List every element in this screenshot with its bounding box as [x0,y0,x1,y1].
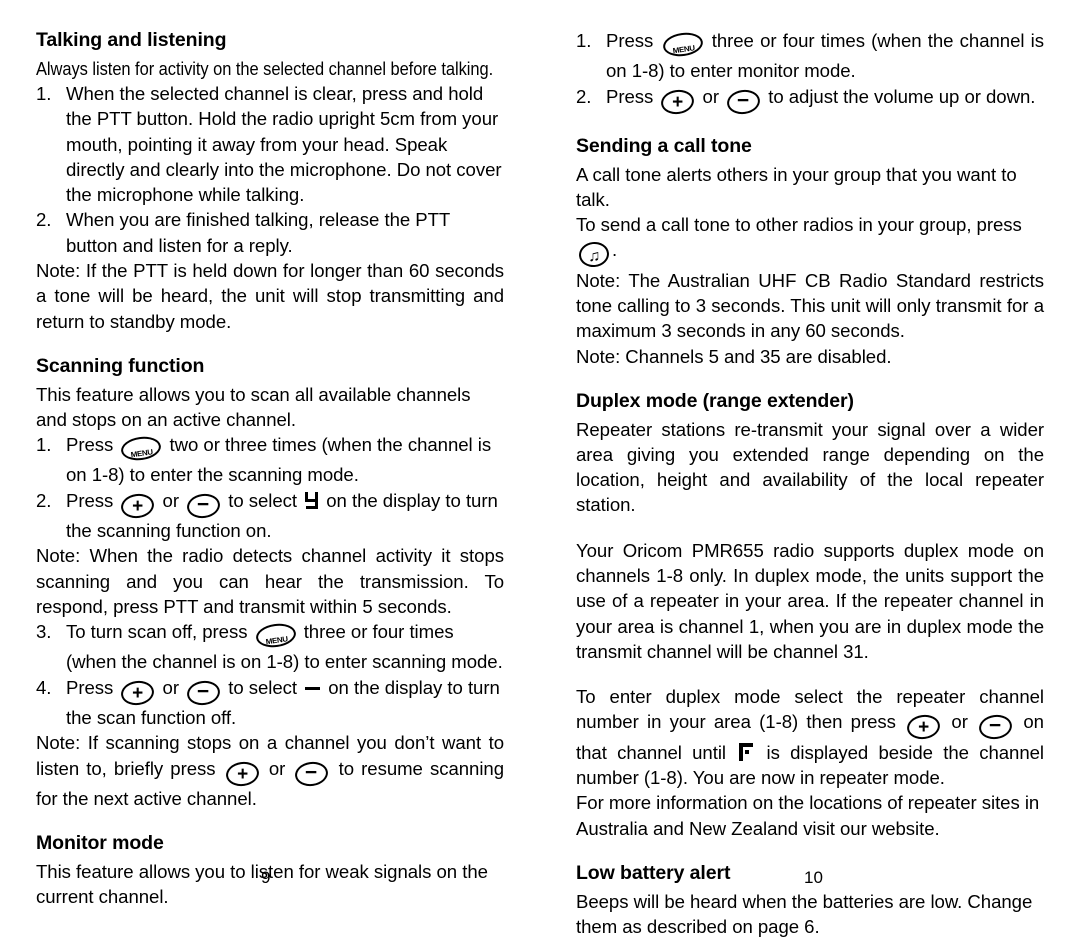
paragraph-repeater-sites: For more information on the locations of… [576,792,1040,839]
step-text-before: Press [66,676,114,698]
minus-glyph: − [737,88,750,112]
note-scanning-activity: Note: When the radio detects channel act… [36,545,504,617]
menu-button-label: MENU [264,634,288,647]
list-number: 2. [36,209,52,231]
plus-glyph: + [236,763,248,785]
list-item-text: When you are finished talking, release t… [66,209,450,256]
plus-button-icon: + [905,713,942,742]
paragraph-low-battery: Beeps will be heard when the batteries a… [576,890,1033,937]
paragraph-duplex-support: Your Oricom PMR655 radio supports duplex… [576,539,1044,662]
call-tone-button-icon: ♫ [577,240,611,269]
plus-glyph: + [132,495,144,517]
heading-monitor-mode: Monitor mode [36,832,164,855]
note-scanning-resume: Note: If scanning stops on a channel you… [36,730,504,811]
list-number: 1. [36,434,52,456]
minus-glyph: − [197,679,210,703]
conjunction-or: or [268,757,286,779]
step-text-after: to adjust the volume up or down. [768,85,1036,107]
list-number: 2. [36,489,52,511]
plus-button-icon: + [659,87,696,116]
list-number: 3. [36,621,52,643]
conjunction-or: or [162,676,179,698]
menu-button-label: MENU [130,447,154,460]
note-disabled-channels: Note: Channels 5 and 35 are disabled. [576,345,892,367]
minus-glyph: − [989,714,1002,738]
list-item: 1. Press MENU three or four times (when … [576,28,1044,84]
music-note-glyph: ♫ [588,248,601,266]
conjunction-or: or [702,85,719,107]
right-page-column: 1. Press MENU three or four times (when … [576,28,1044,939]
conjunction-or: or [951,711,968,733]
heading-sending-a-call-tone: Sending a call tone [576,134,752,157]
paragraph-scanning-intro: This feature allows you to scan all avai… [36,383,471,430]
lead-always-listen: Always listen for activity on the select… [36,57,494,79]
list-item: 2. When you are finished talking, releas… [36,207,504,258]
list-number: 4. [36,676,52,698]
note-ptt-timeout: Note: If the PTT is held down for longer… [36,259,504,332]
conjunction-or: or [162,489,179,511]
paragraph-call-tone-howto: To send a call tone to other radios in y… [576,212,1044,269]
list-number: 2. [576,85,592,107]
paragraph-text-before: To enter duplex mode select the repeater… [576,686,1044,733]
minus-button-icon: − [293,759,330,788]
paragraph-enter-duplex-mode: To enter duplex mode select the repeater… [576,684,1044,790]
paragraph-text-before: To send a call tone to other radios in y… [576,214,1022,236]
repeater-lcd-icon [739,742,754,761]
minus-button-icon: − [977,713,1014,742]
manual-page-spread: Talking and listening Always listen for … [0,0,1080,937]
step-text-before: To turn scan off, press [66,621,248,643]
minus-button-icon: − [725,87,762,116]
scan-on-lcd-icon [305,491,319,509]
step-text-before: Press [606,85,654,107]
heading-duplex-mode: Duplex mode (range extender) [576,389,854,412]
list-item: 1. Press MENU two or three times (when t… [36,432,504,488]
menu-button-label: MENU [671,43,695,56]
scan-off-lcd-icon [305,680,321,696]
list-item: 1. When the selected channel is clear, p… [36,81,504,207]
list-number: 1. [576,30,592,51]
list-number: 1. [36,83,52,105]
step-text-before: Press [606,30,654,51]
plus-button-icon: + [119,678,156,707]
menu-button-icon: MENU [661,30,704,59]
list-item: 2. Press + or − to adjust the volume up … [576,84,1044,116]
plus-glyph: + [132,682,144,704]
step-text-before: Press [66,489,114,511]
paragraph-text-after: . [612,239,618,261]
menu-button-icon: MENU [254,621,297,650]
plus-glyph: + [918,717,930,739]
step-text-middle: to select [228,489,298,511]
minus-button-icon: − [185,491,222,520]
plus-button-icon: + [224,759,261,788]
list-item: 3. To turn scan off, press MENU three or… [36,619,504,675]
minus-button-icon: − [185,678,222,707]
note-tone-restriction: Note: The Australian UHF CB Radio Standa… [576,269,1044,342]
page-number-left: 9 [261,868,271,887]
left-page-column: Talking and listening Always listen for … [36,28,504,909]
step-text-before: Press [66,434,114,456]
minus-glyph: − [197,492,210,516]
heading-scanning-function: Scanning function [36,354,205,377]
paragraph-call-tone-intro: A call tone alerts others in your group … [576,163,1017,210]
page-number-right: 10 [804,868,823,887]
minus-glyph: − [305,760,318,784]
list-item: 4. Press + or − to select on the display… [36,675,504,731]
plus-button-icon: + [119,491,156,520]
menu-button-icon: MENU [120,434,163,463]
paragraph-repeater-stations: Repeater stations re-transmit your signa… [576,418,1044,516]
list-item: 2. Press + or − to select on the display… [36,488,504,544]
step-text-middle: to select [228,676,298,698]
list-item-text: When the selected channel is clear, pres… [66,83,502,206]
plus-glyph: + [672,91,684,113]
heading-talking-and-listening: Talking and listening [36,29,227,51]
